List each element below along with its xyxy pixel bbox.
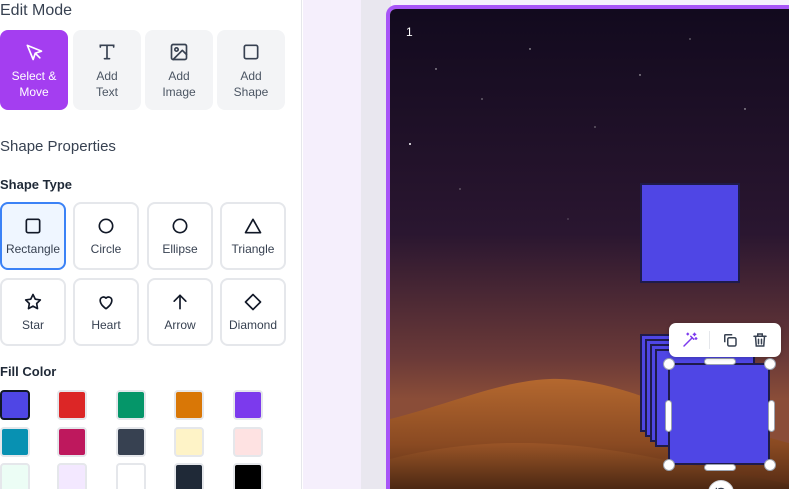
triangle-icon [244,218,262,234]
shape-triangle-label: Triangle [231,242,275,256]
slide-canvas[interactable]: 1 [386,5,789,489]
toolbar-divider [709,331,711,349]
color-swatch[interactable] [57,390,87,420]
add-shape-label-2: Shape [233,85,269,99]
diamond-icon [244,293,262,311]
selected-rectangle-shape[interactable] [668,363,770,465]
resize-handle-top-left[interactable] [663,358,675,370]
add-text-label-2: Text [95,85,118,99]
resize-handle-top[interactable] [704,358,736,365]
shape-ellipse-label: Ellipse [162,242,198,256]
add-text-button[interactable]: Add Text [73,30,141,110]
cursor-icon [26,44,43,61]
shape-arrow-button[interactable]: Arrow [147,278,213,346]
magic-button[interactable] [679,329,701,351]
color-swatch[interactable] [0,463,30,489]
add-text-label-1: Add [96,69,118,83]
shape-properties-title: Shape Properties [0,138,116,155]
shape-circle-label: Circle [90,242,122,256]
circle-icon [98,218,114,234]
color-swatch[interactable] [116,390,146,420]
shape-type-label: Shape Type [0,177,73,192]
shape-rectangle-button[interactable]: Rectangle [0,202,66,270]
shape-ellipse-button[interactable]: Ellipse [147,202,213,270]
shape-triangle-button[interactable]: Triangle [220,202,286,270]
resize-handle-bottom-left[interactable] [663,459,675,471]
resize-handle-left[interactable] [665,400,672,432]
fill-color-label: Fill Color [0,364,57,379]
color-swatch[interactable] [174,463,204,489]
duplicate-button[interactable] [719,329,741,351]
add-shape-label-1: Add [240,69,262,83]
color-swatch[interactable] [174,427,204,457]
add-shape-button[interactable]: Add Shape [217,30,285,110]
slide-number: 1 [406,25,413,39]
shape-toolbar [669,323,781,357]
color-swatch[interactable] [57,463,87,489]
trash-icon [753,333,767,347]
shape-rectangle-label: Rectangle [5,242,61,256]
color-swatch[interactable] [116,427,146,457]
add-image-button[interactable]: Add Image [145,30,213,110]
edit-mode-title: Edit Mode [0,2,73,19]
resize-handle-right[interactable] [768,400,775,432]
resize-handle-bottom-right[interactable] [764,459,776,471]
arrow-up-icon [173,294,187,310]
shape-heart-button[interactable]: Heart [73,278,139,346]
delete-button[interactable] [749,329,771,351]
copy-icon [723,334,737,347]
shape-diamond-label: Diamond [228,318,278,332]
select-move-button[interactable]: Select & Move [0,30,68,110]
image-icon [170,43,188,61]
color-swatch[interactable] [233,463,263,489]
shape-heart-label: Heart [91,318,121,332]
canvas-rectangle-shape[interactable] [640,183,740,283]
star-icon [24,293,42,310]
shape-star-label: Star [21,318,44,332]
color-swatch[interactable] [0,390,30,420]
shape-circle-button[interactable]: Circle [73,202,139,270]
color-swatch[interactable] [233,427,263,457]
color-swatch[interactable] [174,390,204,420]
shape-diamond-button[interactable]: Diamond [220,278,286,346]
shape-arrow-label: Arrow [164,318,196,332]
color-swatch[interactable] [233,390,263,420]
add-image-label-1: Add [168,69,190,83]
magic-wand-icon [683,332,698,347]
heart-icon [99,296,113,310]
color-swatch[interactable] [57,427,87,457]
select-move-label-2: Move [19,85,49,99]
rectangle-icon [25,218,41,234]
shape-star-button[interactable]: Star [0,278,66,346]
add-image-label-2: Image [162,85,196,99]
ellipse-icon [172,218,188,234]
color-swatch[interactable] [116,463,146,489]
resize-handle-bottom[interactable] [704,464,736,471]
color-swatch[interactable] [0,427,30,457]
properties-panel: Edit Mode Select & Move Add Text Add Ima… [0,0,302,489]
select-move-label-1: Select & [11,69,57,83]
square-icon [243,44,259,60]
text-icon [99,44,115,60]
resize-handle-top-right[interactable] [764,358,776,370]
